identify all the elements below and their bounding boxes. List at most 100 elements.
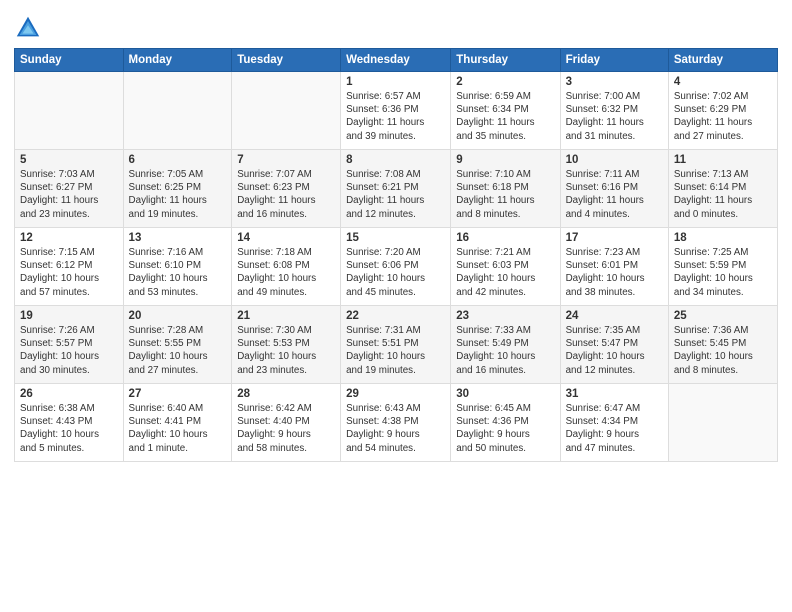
day-number: 27 bbox=[129, 388, 227, 400]
day-number: 5 bbox=[20, 154, 118, 166]
day-info: Sunrise: 7:05 AM Sunset: 6:25 PM Dayligh… bbox=[129, 168, 227, 221]
calendar-cell: 17 Sunrise: 7:23 AM Sunset: 6:01 PM Dayli… bbox=[560, 228, 668, 306]
day-info: Sunrise: 6:57 AM Sunset: 6:36 PM Dayligh… bbox=[346, 90, 445, 143]
day-info: Sunrise: 7:18 AM Sunset: 6:08 PM Dayligh… bbox=[237, 246, 335, 299]
day-info: Sunrise: 7:00 AM Sunset: 6:32 PM Dayligh… bbox=[566, 90, 663, 143]
day-number: 18 bbox=[674, 232, 772, 244]
calendar-cell: 30Sunrise: 6:45 AM Sunset: 4:36 PM Dayli… bbox=[451, 384, 560, 462]
day-info: Sunrise: 7:35 AM Sunset: 5:47 PM Dayligh… bbox=[566, 324, 663, 377]
calendar-cell: 5 Sunrise: 7:03 AM Sunset: 6:27 PM Daylig… bbox=[15, 150, 124, 228]
day-number: 2 bbox=[456, 76, 554, 88]
calendar-cell: 7 Sunrise: 7:07 AM Sunset: 6:23 PM Daylig… bbox=[232, 150, 341, 228]
day-number: 30 bbox=[456, 388, 554, 400]
calendar-table: SundayMondayTuesdayWednesdayThursdayFrid… bbox=[14, 48, 778, 462]
calendar-cell: 3 Sunrise: 7:00 AM Sunset: 6:32 PM Daylig… bbox=[560, 72, 668, 150]
header-day-thursday: Thursday bbox=[451, 49, 560, 72]
day-number: 10 bbox=[566, 154, 663, 166]
day-number: 22 bbox=[346, 310, 445, 322]
day-info: Sunrise: 7:02 AM Sunset: 6:29 PM Dayligh… bbox=[674, 90, 772, 143]
calendar-cell: 28 Sunrise: 6:42 AM Sunset: 4:40 PM Dayli… bbox=[232, 384, 341, 462]
calendar-cell: 29 Sunrise: 6:43 AM Sunset: 4:38 PM Dayli… bbox=[341, 384, 451, 462]
calendar-cell: 22 Sunrise: 7:31 AM Sunset: 5:51 PM Dayli… bbox=[341, 306, 451, 384]
day-number: 31 bbox=[566, 388, 663, 400]
day-number: 13 bbox=[129, 232, 227, 244]
calendar-cell: 24 Sunrise: 7:35 AM Sunset: 5:47 PM Dayli… bbox=[560, 306, 668, 384]
calendar-cell: 10 Sunrise: 7:11 AM Sunset: 6:16 PM Dayli… bbox=[560, 150, 668, 228]
day-info: Sunrise: 7:23 AM Sunset: 6:01 PM Dayligh… bbox=[566, 246, 663, 299]
day-number: 7 bbox=[237, 154, 335, 166]
calendar-cell: 20Sunrise: 7:28 AM Sunset: 5:55 PM Dayli… bbox=[123, 306, 232, 384]
header-day-wednesday: Wednesday bbox=[341, 49, 451, 72]
day-info: Sunrise: 7:03 AM Sunset: 6:27 PM Dayligh… bbox=[20, 168, 118, 221]
logo bbox=[14, 14, 45, 42]
calendar-cell: 9 Sunrise: 7:10 AM Sunset: 6:18 PM Daylig… bbox=[451, 150, 560, 228]
day-number: 28 bbox=[237, 388, 335, 400]
calendar-cell bbox=[123, 72, 232, 150]
calendar-cell: 11 Sunrise: 7:13 AM Sunset: 6:14 PM Dayli… bbox=[668, 150, 777, 228]
day-info: Sunrise: 7:30 AM Sunset: 5:53 PM Dayligh… bbox=[237, 324, 335, 377]
calendar-cell: 18Sunrise: 7:25 AM Sunset: 5:59 PM Dayli… bbox=[668, 228, 777, 306]
calendar-cell: 12 Sunrise: 7:15 AM Sunset: 6:12 PM Dayli… bbox=[15, 228, 124, 306]
day-info: Sunrise: 7:33 AM Sunset: 5:49 PM Dayligh… bbox=[456, 324, 554, 377]
calendar-cell: 15Sunrise: 7:20 AM Sunset: 6:06 PM Dayli… bbox=[341, 228, 451, 306]
calendar-cell: 25 Sunrise: 7:36 AM Sunset: 5:45 PM Dayli… bbox=[668, 306, 777, 384]
day-info: Sunrise: 7:15 AM Sunset: 6:12 PM Dayligh… bbox=[20, 246, 118, 299]
day-info: Sunrise: 7:11 AM Sunset: 6:16 PM Dayligh… bbox=[566, 168, 663, 221]
day-info: Sunrise: 7:08 AM Sunset: 6:21 PM Dayligh… bbox=[346, 168, 445, 221]
day-number: 12 bbox=[20, 232, 118, 244]
day-number: 15 bbox=[346, 232, 445, 244]
day-number: 25 bbox=[674, 310, 772, 322]
day-info: Sunrise: 6:40 AM Sunset: 4:41 PM Dayligh… bbox=[129, 402, 227, 455]
week-row-1: 5 Sunrise: 7:03 AM Sunset: 6:27 PM Daylig… bbox=[15, 150, 778, 228]
calendar-cell bbox=[232, 72, 341, 150]
day-info: Sunrise: 7:28 AM Sunset: 5:55 PM Dayligh… bbox=[129, 324, 227, 377]
calendar-cell: 19 Sunrise: 7:26 AM Sunset: 5:57 PM Dayli… bbox=[15, 306, 124, 384]
day-number: 1 bbox=[346, 76, 445, 88]
day-info: Sunrise: 7:26 AM Sunset: 5:57 PM Dayligh… bbox=[20, 324, 118, 377]
calendar-cell: 4 Sunrise: 7:02 AM Sunset: 6:29 PM Daylig… bbox=[668, 72, 777, 150]
day-number: 26 bbox=[20, 388, 118, 400]
day-info: Sunrise: 6:47 AM Sunset: 4:34 PM Dayligh… bbox=[566, 402, 663, 455]
day-number: 29 bbox=[346, 388, 445, 400]
day-number: 19 bbox=[20, 310, 118, 322]
calendar-cell: 27 Sunrise: 6:40 AM Sunset: 4:41 PM Dayli… bbox=[123, 384, 232, 462]
day-number: 6 bbox=[129, 154, 227, 166]
calendar-cell bbox=[15, 72, 124, 150]
day-number: 17 bbox=[566, 232, 663, 244]
day-info: Sunrise: 7:10 AM Sunset: 6:18 PM Dayligh… bbox=[456, 168, 554, 221]
calendar-header: SundayMondayTuesdayWednesdayThursdayFrid… bbox=[15, 49, 778, 72]
day-info: Sunrise: 7:31 AM Sunset: 5:51 PM Dayligh… bbox=[346, 324, 445, 377]
day-info: Sunrise: 6:59 AM Sunset: 6:34 PM Dayligh… bbox=[456, 90, 554, 143]
day-info: Sunrise: 7:21 AM Sunset: 6:03 PM Dayligh… bbox=[456, 246, 554, 299]
page-container: SundayMondayTuesdayWednesdayThursdayFrid… bbox=[0, 0, 792, 468]
calendar-cell: 2 Sunrise: 6:59 AM Sunset: 6:34 PM Daylig… bbox=[451, 72, 560, 150]
day-info: Sunrise: 6:42 AM Sunset: 4:40 PM Dayligh… bbox=[237, 402, 335, 455]
week-row-2: 12 Sunrise: 7:15 AM Sunset: 6:12 PM Dayli… bbox=[15, 228, 778, 306]
day-info: Sunrise: 6:43 AM Sunset: 4:38 PM Dayligh… bbox=[346, 402, 445, 455]
day-number: 14 bbox=[237, 232, 335, 244]
calendar-cell: 6 Sunrise: 7:05 AM Sunset: 6:25 PM Daylig… bbox=[123, 150, 232, 228]
day-number: 8 bbox=[346, 154, 445, 166]
day-number: 21 bbox=[237, 310, 335, 322]
day-number: 3 bbox=[566, 76, 663, 88]
calendar-cell bbox=[668, 384, 777, 462]
calendar-cell: 8 Sunrise: 7:08 AM Sunset: 6:21 PM Daylig… bbox=[341, 150, 451, 228]
day-number: 24 bbox=[566, 310, 663, 322]
calendar-cell: 13Sunrise: 7:16 AM Sunset: 6:10 PM Dayli… bbox=[123, 228, 232, 306]
day-info: Sunrise: 7:36 AM Sunset: 5:45 PM Dayligh… bbox=[674, 324, 772, 377]
calendar-cell: 26Sunrise: 6:38 AM Sunset: 4:43 PM Dayli… bbox=[15, 384, 124, 462]
day-info: Sunrise: 7:13 AM Sunset: 6:14 PM Dayligh… bbox=[674, 168, 772, 221]
day-number: 4 bbox=[674, 76, 772, 88]
calendar-body: 1 Sunrise: 6:57 AM Sunset: 6:36 PM Daylig… bbox=[15, 72, 778, 462]
day-number: 16 bbox=[456, 232, 554, 244]
header bbox=[14, 10, 778, 42]
calendar-cell: 23Sunrise: 7:33 AM Sunset: 5:49 PM Dayli… bbox=[451, 306, 560, 384]
header-day-saturday: Saturday bbox=[668, 49, 777, 72]
week-row-4: 26Sunrise: 6:38 AM Sunset: 4:43 PM Dayli… bbox=[15, 384, 778, 462]
day-number: 11 bbox=[674, 154, 772, 166]
calendar-cell: 21 Sunrise: 7:30 AM Sunset: 5:53 PM Dayli… bbox=[232, 306, 341, 384]
day-number: 9 bbox=[456, 154, 554, 166]
header-row: SundayMondayTuesdayWednesdayThursdayFrid… bbox=[15, 49, 778, 72]
calendar-cell: 1 Sunrise: 6:57 AM Sunset: 6:36 PM Daylig… bbox=[341, 72, 451, 150]
day-info: Sunrise: 7:07 AM Sunset: 6:23 PM Dayligh… bbox=[237, 168, 335, 221]
